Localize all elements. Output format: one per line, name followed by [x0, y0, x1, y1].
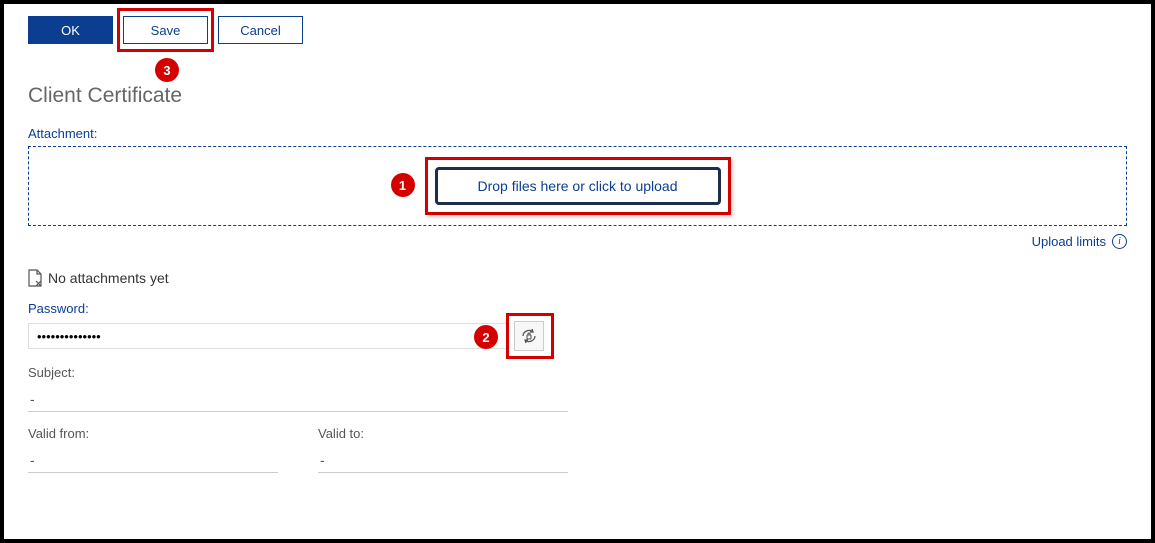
password-input[interactable]: [28, 323, 508, 349]
valid-to-value: -: [318, 446, 568, 473]
no-attachments-message: No attachments yet: [28, 269, 1127, 287]
cancel-button[interactable]: Cancel: [218, 16, 303, 44]
subject-value: -: [28, 385, 568, 412]
no-attachments-text: No attachments yet: [48, 270, 169, 286]
valid-from-label: Valid from:: [28, 426, 278, 441]
reveal-password-button[interactable]: [514, 321, 544, 351]
page-title: Client Certificate: [28, 84, 1127, 108]
annotation-badge-1: 1: [391, 173, 415, 197]
lock-refresh-icon: [520, 327, 538, 345]
upload-button[interactable]: Drop files here or click to upload: [435, 167, 721, 205]
valid-to-label: Valid to:: [318, 426, 568, 441]
toolbar: OK Save 3 Cancel: [28, 16, 1127, 44]
attachment-label: Attachment:: [28, 126, 1127, 141]
ok-button[interactable]: OK: [28, 16, 113, 44]
password-label: Password:: [28, 301, 1127, 316]
upload-limits-link[interactable]: Upload limits i: [28, 234, 1127, 249]
annotation-badge-3: 3: [155, 58, 179, 82]
info-icon: i: [1112, 234, 1127, 249]
subject-label: Subject:: [28, 365, 568, 380]
upload-limits-label: Upload limits: [1032, 234, 1106, 249]
attachment-dropzone[interactable]: Drop files here or click to upload 1: [28, 146, 1127, 226]
valid-from-value: -: [28, 446, 278, 473]
save-button[interactable]: Save: [123, 16, 208, 44]
document-missing-icon: [28, 269, 42, 287]
